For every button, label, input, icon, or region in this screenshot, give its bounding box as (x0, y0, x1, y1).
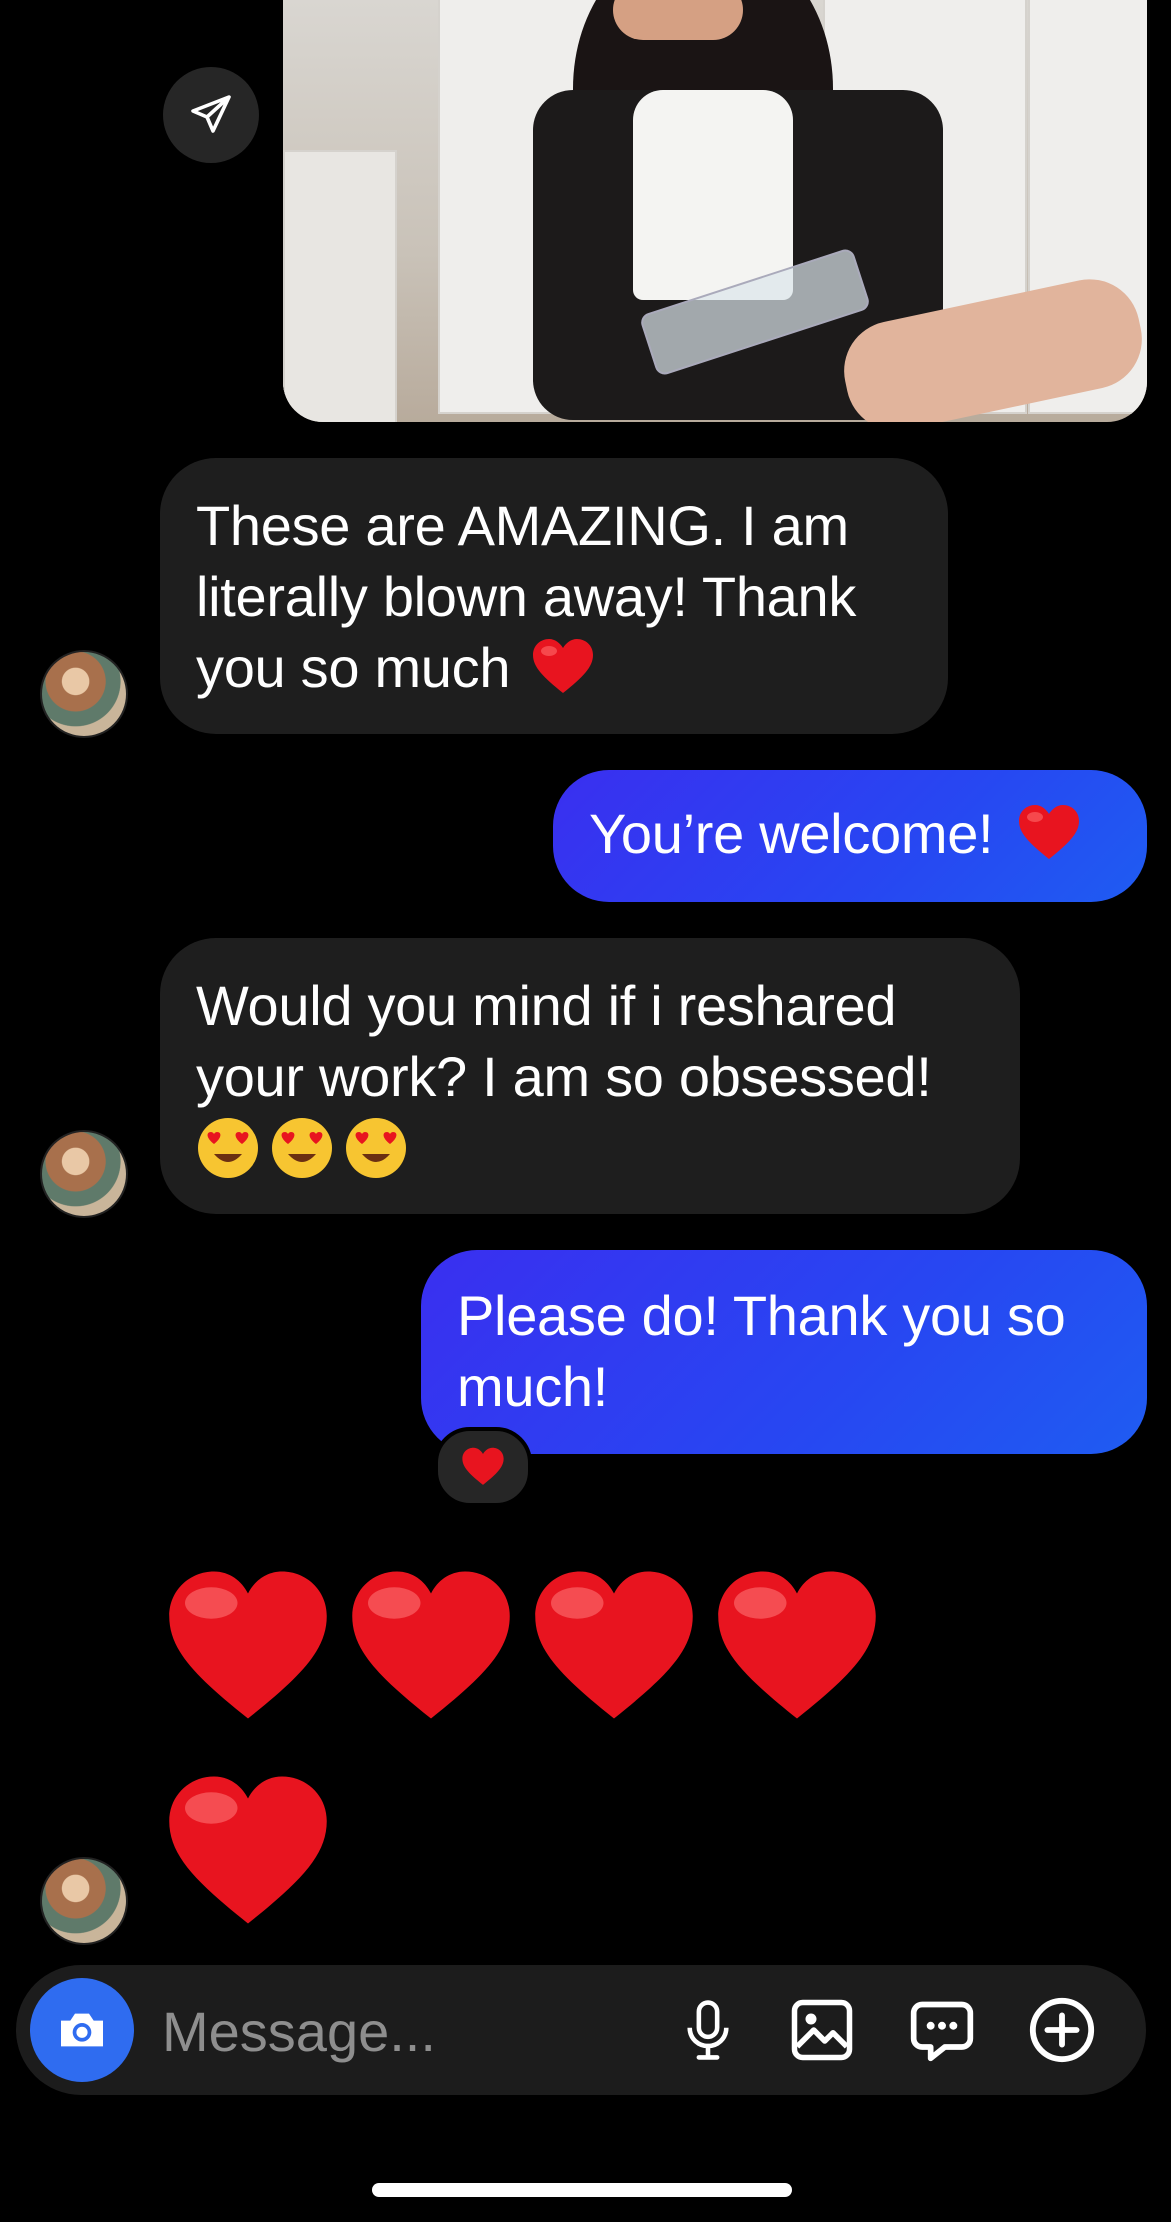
red-heart-icon (169, 1776, 327, 1924)
red-heart-icon (1018, 805, 1079, 859)
message-text: You’re welcome! (589, 802, 994, 865)
avatar[interactable] (40, 650, 128, 738)
microphone-icon (687, 2000, 729, 2060)
heart-eyes-emoji (272, 1117, 332, 1178)
gallery-icon (791, 1999, 853, 2061)
more-button[interactable] (1022, 1990, 1102, 2070)
paper-plane-icon (191, 95, 231, 133)
outgoing-message-bubble[interactable]: You’re welcome! (553, 770, 1147, 902)
avatar[interactable] (40, 1130, 128, 1218)
red-heart-icon (462, 1447, 504, 1485)
message-text-line: literally blown away! Thank (196, 565, 857, 628)
sticker-button[interactable] (902, 1990, 982, 2070)
camera-icon (61, 2013, 103, 2047)
share-button[interactable] (163, 67, 259, 163)
message-text-line: Please do! Thank you so (457, 1284, 1066, 1347)
outgoing-message-bubble[interactable]: Please do! Thank you so much! (421, 1250, 1147, 1454)
incoming-message-bubble[interactable]: These are AMAZING. I am literally blown … (160, 458, 948, 734)
sticker-chat-icon (910, 2001, 974, 2062)
avatar[interactable] (40, 1857, 128, 1945)
heart-eyes-emoji (198, 1117, 258, 1178)
gallery-button[interactable] (782, 1990, 862, 2070)
message-text-line: your work? I am so obsessed! (196, 1045, 932, 1108)
shared-photo[interactable] (283, 0, 1147, 422)
message-text-line: you so much (196, 632, 912, 703)
red-heart-icon (718, 1571, 876, 1719)
incoming-message-bubble[interactable]: Would you mind if i reshared your work? … (160, 938, 1020, 1214)
message-text-line: Would you mind if i reshared (196, 974, 897, 1037)
heart-eyes-emoji (346, 1117, 406, 1178)
red-heart-icon (169, 1571, 327, 1719)
red-heart-icon (352, 1571, 510, 1719)
heart-reaction[interactable] (434, 1427, 532, 1507)
red-heart-icon (535, 1571, 693, 1719)
camera-button[interactable] (30, 1978, 134, 2082)
voice-message-button[interactable] (668, 1990, 748, 2070)
plus-icon (1029, 1997, 1095, 2063)
red-heart-icon (533, 639, 594, 693)
home-indicator[interactable] (372, 2183, 792, 2197)
message-input[interactable] (160, 1995, 644, 2067)
message-text: you so much (196, 636, 511, 699)
message-text-line: much! (457, 1355, 608, 1418)
message-text-line: These are AMAZING. I am (196, 494, 849, 557)
emoji-row (196, 1112, 984, 1183)
